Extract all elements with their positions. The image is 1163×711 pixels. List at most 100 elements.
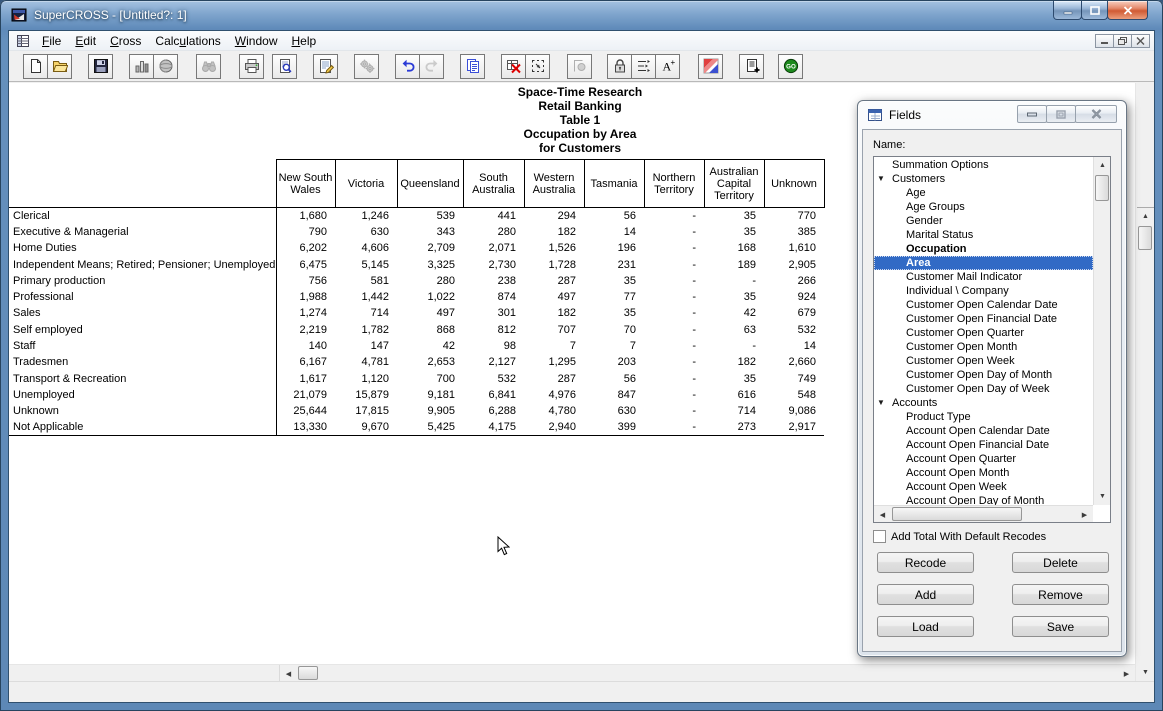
data-cell[interactable]: 238 bbox=[463, 273, 524, 289]
data-cell[interactable]: 2,940 bbox=[524, 419, 584, 435]
data-cell[interactable]: 1,617 bbox=[276, 370, 335, 386]
row-header[interactable]: Home Duties bbox=[9, 240, 276, 256]
field-item-customer-open-day-of-week[interactable]: Customer Open Day of Week bbox=[874, 382, 1093, 396]
column-header[interactable]: Victoria bbox=[335, 160, 397, 208]
delete-table-button[interactable] bbox=[501, 54, 526, 79]
data-cell[interactable]: 441 bbox=[463, 208, 524, 224]
data-cell[interactable]: 5,425 bbox=[397, 419, 463, 435]
data-cell[interactable]: 868 bbox=[397, 322, 463, 338]
data-cell[interactable]: 4,976 bbox=[524, 387, 584, 403]
data-cell[interactable]: 9,181 bbox=[397, 387, 463, 403]
data-cell[interactable]: 189 bbox=[704, 256, 764, 272]
field-item-accounts[interactable]: ▼Accounts bbox=[874, 396, 1093, 410]
title-bar[interactable]: SuperCROSS - [Untitled?: 1] bbox=[0, 0, 1163, 30]
data-cell[interactable]: 9,905 bbox=[397, 403, 463, 419]
data-cell[interactable]: 1,988 bbox=[276, 289, 335, 305]
data-cell[interactable]: 9,670 bbox=[335, 419, 397, 435]
data-cell[interactable]: - bbox=[644, 256, 704, 272]
data-cell[interactable]: 532 bbox=[764, 322, 824, 338]
mdi-minimize-button[interactable] bbox=[1095, 34, 1114, 48]
data-cell[interactable]: 196 bbox=[584, 240, 644, 256]
data-cell[interactable]: 1,022 bbox=[397, 289, 463, 305]
data-cell[interactable]: 294 bbox=[524, 208, 584, 224]
data-cell[interactable]: 3,325 bbox=[397, 256, 463, 272]
field-item-account-open-day-of-month[interactable]: Account Open Day of Month bbox=[874, 494, 1093, 505]
row-header[interactable]: Executive & Managerial bbox=[9, 224, 276, 240]
data-cell[interactable]: 147 bbox=[335, 338, 397, 354]
data-cell[interactable]: 1,295 bbox=[524, 354, 584, 370]
fields-scroll-up-arrow[interactable]: ▲ bbox=[1094, 157, 1111, 174]
data-cell[interactable]: 4,175 bbox=[463, 419, 524, 435]
data-cell[interactable]: - bbox=[644, 419, 704, 435]
data-cell[interactable]: 4,780 bbox=[524, 403, 584, 419]
data-cell[interactable]: 497 bbox=[524, 289, 584, 305]
data-cell[interactable]: 42 bbox=[704, 305, 764, 321]
data-cell[interactable]: 301 bbox=[463, 305, 524, 321]
row-header[interactable]: Clerical bbox=[9, 208, 276, 224]
menu-window[interactable]: Window bbox=[228, 32, 285, 50]
data-cell[interactable]: - bbox=[644, 387, 704, 403]
data-cell[interactable]: 1,728 bbox=[524, 256, 584, 272]
data-cell[interactable]: 630 bbox=[584, 403, 644, 419]
data-cell[interactable]: - bbox=[644, 338, 704, 354]
data-cell[interactable]: 707 bbox=[524, 322, 584, 338]
data-cell[interactable]: 756 bbox=[276, 273, 335, 289]
add-annotation-button[interactable] bbox=[739, 54, 764, 79]
colour-map-button[interactable] bbox=[698, 54, 723, 79]
horizontal-scroll-thumb[interactable] bbox=[298, 666, 318, 680]
column-header[interactable]: New South Wales bbox=[276, 160, 335, 208]
data-cell[interactable]: 399 bbox=[584, 419, 644, 435]
font-increase-button[interactable]: A+ bbox=[655, 54, 680, 79]
data-cell[interactable]: - bbox=[644, 208, 704, 224]
data-cell[interactable]: 1,246 bbox=[335, 208, 397, 224]
data-cell[interactable]: 385 bbox=[764, 224, 824, 240]
data-cell[interactable]: 2,219 bbox=[276, 322, 335, 338]
field-item-account-open-week[interactable]: Account Open Week bbox=[874, 480, 1093, 494]
expander-icon[interactable]: ▼ bbox=[877, 396, 885, 410]
data-cell[interactable]: 56 bbox=[584, 208, 644, 224]
field-item-customers[interactable]: ▼Customers bbox=[874, 172, 1093, 186]
data-cell[interactable]: 1,526 bbox=[524, 240, 584, 256]
field-item-area[interactable]: Area bbox=[874, 256, 1093, 270]
field-item-customer-open-quarter[interactable]: Customer Open Quarter bbox=[874, 326, 1093, 340]
data-cell[interactable]: 7 bbox=[584, 338, 644, 354]
data-cell[interactable]: 182 bbox=[704, 354, 764, 370]
menu-edit[interactable]: Edit bbox=[68, 32, 103, 50]
data-cell[interactable]: 6,475 bbox=[276, 256, 335, 272]
add-button[interactable]: Add bbox=[877, 584, 974, 605]
fields-list-horizontal-scrollbar[interactable]: ◀ ▶ bbox=[874, 505, 1093, 522]
scroll-up-arrow[interactable]: ▲ bbox=[1137, 208, 1154, 225]
vertical-scroll-thumb[interactable] bbox=[1138, 226, 1152, 250]
data-cell[interactable]: 714 bbox=[335, 305, 397, 321]
data-cell[interactable]: 13,330 bbox=[276, 419, 335, 435]
field-item-occupation[interactable]: Occupation bbox=[874, 242, 1093, 256]
recode-button[interactable]: Recode bbox=[877, 552, 974, 573]
menu-cross[interactable]: Cross bbox=[103, 32, 148, 50]
mdi-close-button[interactable] bbox=[1131, 34, 1150, 48]
data-cell[interactable]: - bbox=[644, 370, 704, 386]
data-cell[interactable]: 616 bbox=[704, 387, 764, 403]
column-header[interactable]: Australian Capital Territory bbox=[704, 160, 764, 208]
column-header[interactable]: Western Australia bbox=[524, 160, 584, 208]
data-cell[interactable]: 581 bbox=[335, 273, 397, 289]
data-cell[interactable]: 63 bbox=[704, 322, 764, 338]
open-button[interactable] bbox=[47, 54, 72, 79]
data-cell[interactable]: 924 bbox=[764, 289, 824, 305]
data-cell[interactable]: 287 bbox=[524, 273, 584, 289]
data-cell[interactable]: - bbox=[644, 322, 704, 338]
data-cell[interactable]: 77 bbox=[584, 289, 644, 305]
data-cell[interactable]: 9,086 bbox=[764, 403, 824, 419]
data-cell[interactable]: 6,288 bbox=[463, 403, 524, 419]
data-cell[interactable]: - bbox=[644, 240, 704, 256]
mdi-restore-button[interactable] bbox=[1113, 34, 1132, 48]
data-cell[interactable]: 15,879 bbox=[335, 387, 397, 403]
menu-calculations[interactable]: Calculations bbox=[148, 32, 227, 50]
data-cell[interactable]: 70 bbox=[584, 322, 644, 338]
close-button[interactable] bbox=[1107, 1, 1148, 20]
data-cell[interactable]: 1,610 bbox=[764, 240, 824, 256]
data-cell[interactable]: 273 bbox=[704, 419, 764, 435]
row-header[interactable]: Independent Means; Retired; Pensioner; U… bbox=[9, 256, 276, 272]
fields-vertical-scroll-thumb[interactable] bbox=[1095, 175, 1109, 201]
row-header[interactable]: Primary production bbox=[9, 273, 276, 289]
row-header[interactable]: Tradesmen bbox=[9, 354, 276, 370]
